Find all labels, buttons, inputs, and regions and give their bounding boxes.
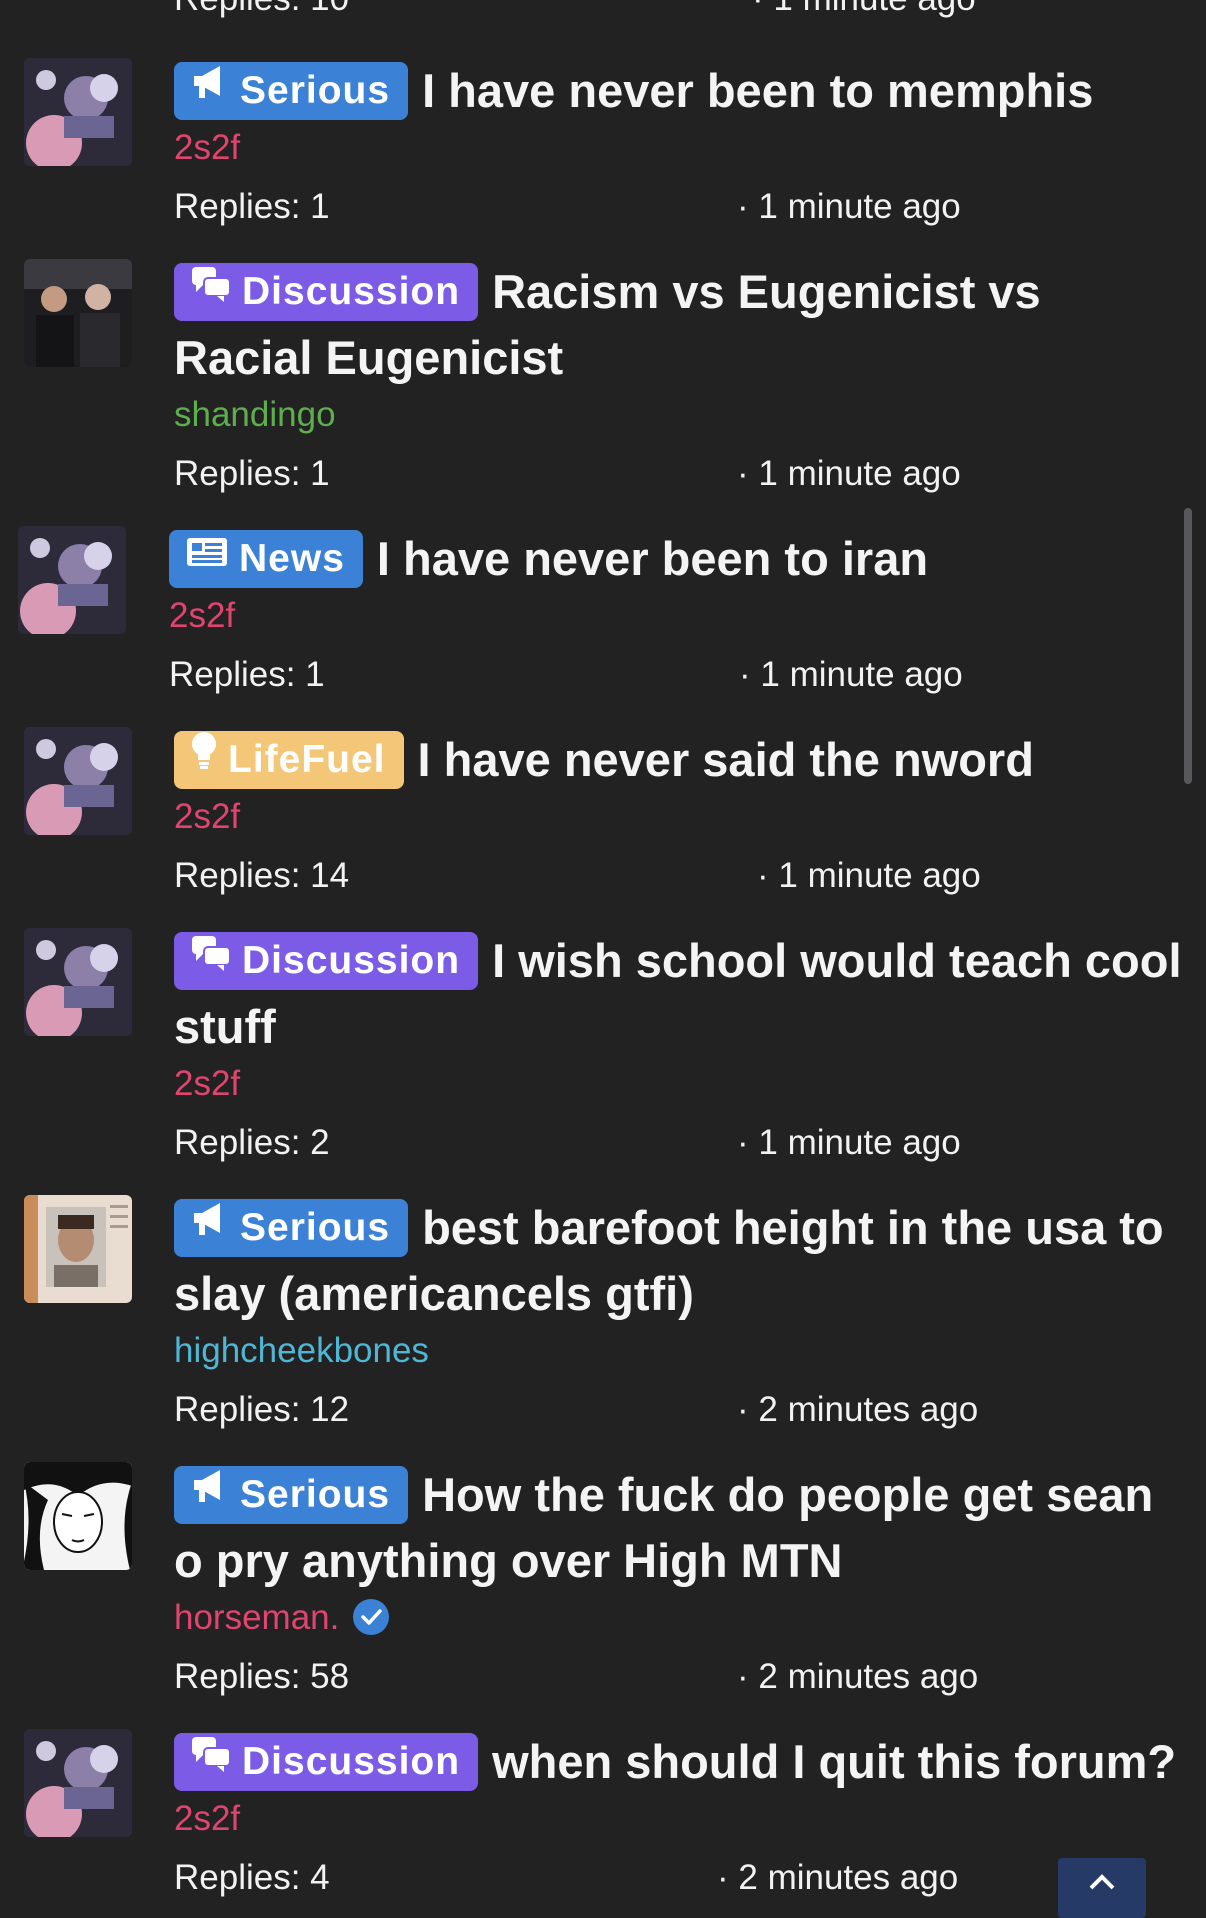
thread-title-line[interactable]: Discussion Racism vs Eugenicist vs Racial…: [174, 259, 1186, 391]
megaphone-icon: [190, 1464, 230, 1522]
post-time: · 2 minutes ago: [737, 1657, 979, 1696]
thread-meta: Replies: 12 · 2 minutes ago: [174, 1385, 1186, 1435]
author-name[interactable]: 2s2f: [174, 1060, 1186, 1108]
post-time: · 1 minute ago: [737, 454, 961, 493]
thread-title-line[interactable]: Serious How the fuck do people get sean o…: [174, 1462, 1186, 1594]
thread-title-line[interactable]: LifeFuel I have never said the nword: [174, 727, 1186, 793]
reply-count: Replies: 10: [174, 0, 349, 18]
thread-title-line[interactable]: Serious I have never been to memphis: [174, 58, 1186, 124]
scroll-to-top-button[interactable]: [1058, 1858, 1146, 1918]
thread-meta: Replies: 2 · 1 minute ago: [174, 1118, 1186, 1168]
reply-count: Replies: 2: [174, 1123, 330, 1162]
thread-title-line[interactable]: Discussion when should I quit this forum?: [174, 1729, 1186, 1795]
thread-title[interactable]: I have never been to memphis: [422, 64, 1093, 117]
category-label: Serious: [240, 69, 391, 112]
chat-bubbles-icon: [190, 261, 232, 319]
avatar[interactable]: [24, 727, 132, 835]
reply-count: Replies: 58: [174, 1657, 350, 1696]
category-badge[interactable]: Serious: [174, 60, 409, 120]
author-name[interactable]: 2s2f: [174, 124, 1186, 172]
author-name[interactable]: horseman.: [174, 1598, 339, 1637]
thread-meta: Replies: 4 · 2 minutes ago: [174, 1853, 1186, 1903]
lightbulb-icon: [190, 729, 218, 787]
category-badge[interactable]: Serious: [174, 1197, 409, 1257]
megaphone-icon: [190, 1197, 230, 1255]
category-badge[interactable]: Discussion: [174, 261, 479, 321]
post-time: · 2 minutes ago: [737, 1390, 979, 1429]
chevron-up-icon: [1088, 1872, 1116, 1895]
chat-bubbles-icon: [190, 1731, 232, 1789]
category-badge[interactable]: News: [169, 530, 363, 588]
avatar[interactable]: [24, 1195, 132, 1303]
post-time: · 1 minute ago: [737, 187, 961, 226]
thread-title[interactable]: I have never said the nword: [418, 733, 1034, 786]
previous-thread-meta: Replies: 10 · 1 minute ago: [174, 0, 1174, 24]
category-label: Serious: [240, 1473, 391, 1516]
newspaper-icon: [185, 528, 229, 586]
category-label: Discussion: [242, 939, 461, 982]
author-name[interactable]: 2s2f: [174, 793, 1186, 841]
thread-meta: Replies: 1 · 1 minute ago: [169, 650, 1186, 700]
author-name[interactable]: 2s2f: [174, 1795, 1186, 1843]
reply-count: Replies: 4: [174, 1858, 330, 1897]
post-time: · 2 minutes ago: [717, 1858, 959, 1897]
reply-count: Replies: 14: [174, 856, 350, 895]
category-label: News: [239, 537, 345, 580]
thread-meta: Replies: 58 · 2 minutes ago: [174, 1652, 1186, 1702]
category-badge[interactable]: Discussion: [174, 930, 479, 990]
author-line: horseman.: [174, 1594, 1186, 1642]
thread-title-line[interactable]: Serious best barefoot height in the usa t…: [174, 1195, 1186, 1327]
category-badge[interactable]: Serious: [174, 1464, 409, 1524]
thread-meta: Replies: 14 · 1 minute ago: [174, 851, 1186, 901]
reply-count: Replies: 1: [169, 655, 325, 694]
avatar[interactable]: [24, 259, 132, 367]
thread-title[interactable]: when should I quit this forum?: [492, 1735, 1176, 1788]
author-name[interactable]: highcheekbones: [174, 1327, 1186, 1375]
author-name[interactable]: 2s2f: [169, 592, 1186, 640]
post-time: · 1 minute ago: [757, 856, 981, 895]
thread-title-line[interactable]: News I have never been to iran: [169, 526, 1186, 592]
thread-meta: Replies: 1 · 1 minute ago: [174, 182, 1186, 232]
reply-count: Replies: 1: [174, 187, 330, 226]
author-name[interactable]: shandingo: [174, 391, 1186, 439]
avatar[interactable]: [18, 526, 126, 634]
avatar[interactable]: [24, 1729, 132, 1837]
category-badge[interactable]: LifeFuel: [174, 731, 404, 789]
thread-meta: Replies: 1 · 1 minute ago: [174, 449, 1186, 499]
post-time: · 1 minute ago: [752, 0, 976, 24]
chat-bubbles-icon: [190, 930, 232, 988]
avatar[interactable]: [24, 928, 132, 1036]
reply-count: Replies: 1: [174, 454, 330, 493]
megaphone-icon: [190, 60, 230, 118]
avatar[interactable]: [24, 1462, 132, 1570]
category-label: Discussion: [242, 270, 461, 313]
category-label: Serious: [240, 1206, 391, 1249]
category-badge[interactable]: Discussion: [174, 1731, 479, 1791]
post-time: · 1 minute ago: [737, 1123, 961, 1162]
thread-title-line[interactable]: Discussion I wish school would teach cool…: [174, 928, 1186, 1060]
verified-check-icon: [353, 1598, 390, 1635]
reply-count: Replies: 12: [174, 1390, 350, 1429]
category-label: Discussion: [242, 1740, 461, 1783]
scrollbar[interactable]: [1184, 508, 1192, 784]
post-time: · 1 minute ago: [739, 655, 963, 694]
avatar[interactable]: [24, 58, 132, 166]
category-label: LifeFuel: [228, 738, 386, 781]
thread-title[interactable]: I have never been to iran: [377, 532, 928, 585]
